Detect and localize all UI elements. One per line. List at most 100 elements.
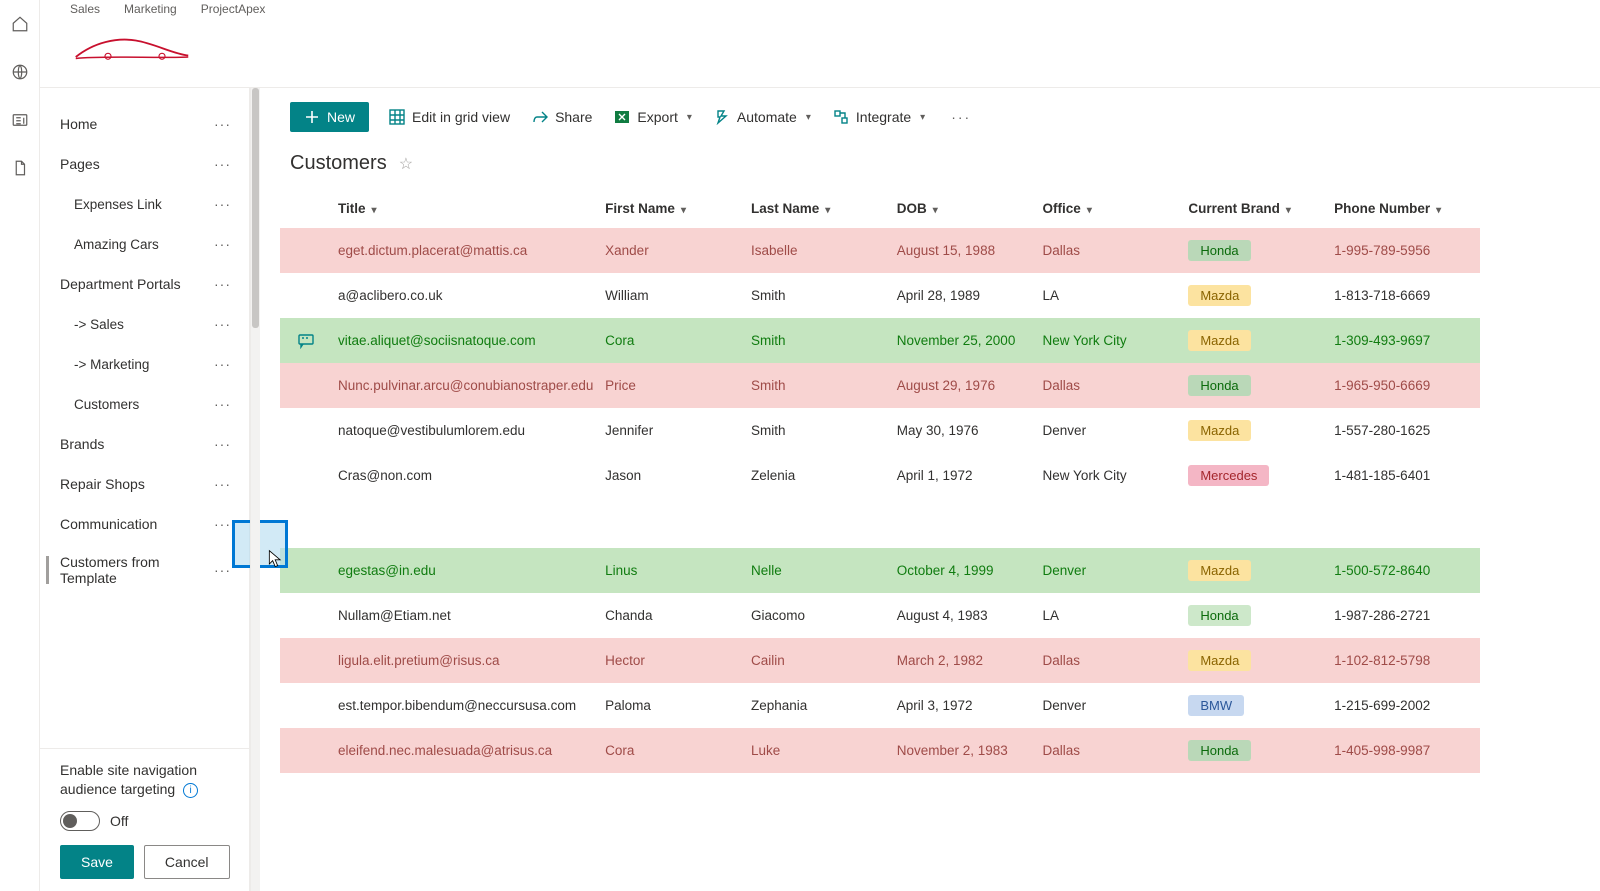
col-title[interactable]: Title▾ xyxy=(280,189,605,228)
sidebar-item-ellipsis[interactable]: ··· xyxy=(208,354,237,374)
list-title: Customers xyxy=(290,152,387,175)
home-icon[interactable] xyxy=(10,14,30,34)
side-nav: Home···Pages···Expenses Link···Amazing C… xyxy=(40,88,250,891)
cell-brand: Honda xyxy=(1188,363,1334,408)
cell-title: natoque@vestibulumlorem.edu xyxy=(280,408,605,453)
sidebar-item[interactable]: Expenses Link ··· xyxy=(40,184,249,224)
audience-toggle[interactable] xyxy=(60,811,100,831)
toggle-state-label: Off xyxy=(110,813,128,829)
sidebar-item-ellipsis[interactable]: ··· xyxy=(208,474,237,494)
col-brand[interactable]: Current Brand▾ xyxy=(1188,189,1334,228)
sidebar-item-ellipsis[interactable]: ··· xyxy=(208,154,237,174)
table-row[interactable]: vitae.aliquet@sociisnatoque.comCoraSmith… xyxy=(280,318,1480,363)
cell-title: ligula.elit.pretium@risus.ca xyxy=(280,638,605,683)
brand-pill: Honda xyxy=(1188,240,1250,261)
footer-buttons: Save Cancel xyxy=(60,845,233,879)
header-link-marketing[interactable]: Marketing xyxy=(124,2,177,16)
cell-phone: 1-995-789-5956 xyxy=(1334,228,1480,273)
integrate-button[interactable]: Integrate ▾ xyxy=(831,105,927,129)
sidebar-item-ellipsis[interactable]: ··· xyxy=(208,314,237,334)
grid-icon xyxy=(389,109,405,125)
col-dob[interactable]: DOB▾ xyxy=(897,189,1043,228)
col-phone[interactable]: Phone Number▾ xyxy=(1334,189,1480,228)
sidebar-item-ellipsis[interactable]: ··· xyxy=(208,114,237,134)
site-logo[interactable] xyxy=(70,22,194,74)
cell-last: Isabelle xyxy=(751,228,897,273)
cell-office: New York City xyxy=(1043,453,1189,498)
cancel-button[interactable]: Cancel xyxy=(144,845,230,879)
cell-brand: Honda xyxy=(1188,228,1334,273)
globe-icon[interactable] xyxy=(10,62,30,82)
app-rail xyxy=(0,0,40,891)
table-row[interactable]: a@aclibero.co.ukWilliamSmithApril 28, 19… xyxy=(280,273,1480,318)
new-button[interactable]: New xyxy=(290,102,369,132)
document-icon[interactable] xyxy=(10,158,30,178)
save-button[interactable]: Save xyxy=(60,845,134,879)
cell-office: Denver xyxy=(1043,548,1189,593)
cell-brand: BMW xyxy=(1188,683,1334,728)
header-link-sales[interactable]: Sales xyxy=(70,2,100,16)
news-icon[interactable] xyxy=(10,110,30,130)
cell-brand: Honda xyxy=(1188,593,1334,638)
automate-button[interactable]: Automate ▾ xyxy=(712,105,813,129)
sidebar-item-label: Communication xyxy=(60,516,157,532)
header-link-projectapex[interactable]: ProjectApex xyxy=(201,2,266,16)
sidebar-item-ellipsis[interactable]: ··· xyxy=(208,274,237,294)
comment-icon[interactable] xyxy=(298,333,314,349)
sidebar-item[interactable]: Home··· xyxy=(40,104,249,144)
sidebar-item-ellipsis[interactable]: ··· xyxy=(208,394,237,414)
edit-grid-button[interactable]: Edit in grid view xyxy=(387,105,512,129)
chevron-down-icon: ▾ xyxy=(920,112,925,123)
table-wrap[interactable]: Title▾ First Name▾ Last Name▾ DOB▾ Offic… xyxy=(280,189,1600,891)
sidebar-item[interactable]: Communication··· xyxy=(40,504,249,544)
export-button[interactable]: Export ▾ xyxy=(612,105,694,129)
table-row[interactable]: egestas@in.eduLinusNelleOctober 4, 1999D… xyxy=(280,548,1480,593)
sidebar-item-ellipsis[interactable]: ··· xyxy=(208,194,237,214)
sidebar-item[interactable]: Amazing Cars··· xyxy=(40,224,249,264)
sidebar-item[interactable]: -> Marketing ··· xyxy=(40,344,249,384)
table-row[interactable]: Cras@non.comJasonZeleniaApril 1, 1972New… xyxy=(280,453,1480,498)
ellipsis-highlight xyxy=(232,520,288,568)
cell-brand: Honda xyxy=(1188,728,1334,773)
nav-list: Home···Pages···Expenses Link···Amazing C… xyxy=(40,104,249,748)
table-row[interactable]: eget.dictum.placerat@mattis.caXanderIsab… xyxy=(280,228,1480,273)
table-row[interactable]: natoque@vestibulumlorem.eduJenniferSmith… xyxy=(280,408,1480,453)
cell-first: Jennifer xyxy=(605,408,751,453)
cell-first: Chanda xyxy=(605,593,751,638)
sidebar-item[interactable]: Customers··· xyxy=(40,384,249,424)
share-button[interactable]: Share xyxy=(530,105,594,129)
table-row[interactable]: Nunc.pulvinar.arcu@conubianostraper.eduP… xyxy=(280,363,1480,408)
favorite-star-icon[interactable]: ☆ xyxy=(399,154,413,174)
sidebar-item-ellipsis[interactable]: ··· xyxy=(208,434,237,454)
sidebar-item-ellipsis[interactable]: ··· xyxy=(208,234,237,254)
col-first-name[interactable]: First Name▾ xyxy=(605,189,751,228)
sidebar-item[interactable]: -> Sales··· xyxy=(40,304,249,344)
sidebar-item[interactable]: Brands ··· xyxy=(40,424,249,464)
col-last-name[interactable]: Last Name▾ xyxy=(751,189,897,228)
cell-dob: October 4, 1999 xyxy=(897,548,1043,593)
nav-scrollbar[interactable] xyxy=(250,88,260,891)
table-row[interactable]: ligula.elit.pretium@risus.caHectorCailin… xyxy=(280,638,1480,683)
sidebar-item[interactable]: Pages··· xyxy=(40,144,249,184)
cell-phone: 1-965-950-6669 xyxy=(1334,363,1480,408)
cell-phone: 1-481-185-6401 xyxy=(1334,453,1480,498)
sidebar-item-label: -> Marketing xyxy=(74,357,149,372)
table-row[interactable]: Nullam@Etiam.netChandaGiacomoAugust 4, 1… xyxy=(280,593,1480,638)
cell-office: LA xyxy=(1043,593,1189,638)
col-office[interactable]: Office▾ xyxy=(1043,189,1189,228)
sidebar-item-label: Brands xyxy=(60,436,104,452)
table-row[interactable]: est.tempor.bibendum@neccursusa.comPaloma… xyxy=(280,683,1480,728)
info-icon[interactable]: i xyxy=(183,783,198,798)
brand-pill: Mazda xyxy=(1188,650,1251,671)
site-header: Sales Marketing ProjectApex xyxy=(40,0,1600,88)
toolbar-more-button[interactable]: ··· xyxy=(945,105,977,129)
nav-scrollbar-thumb[interactable] xyxy=(252,88,259,328)
table-header-row: Title▾ First Name▾ Last Name▾ DOB▾ Offic… xyxy=(280,189,1480,228)
sidebar-item[interactable]: Repair Shops··· xyxy=(40,464,249,504)
sidebar-item-label: Expenses Link xyxy=(74,197,162,212)
sidebar-item[interactable]: Department Portals··· xyxy=(40,264,249,304)
sidebar-item[interactable]: Customers from Template··· xyxy=(40,544,249,596)
cell-brand: Mazda xyxy=(1188,408,1334,453)
cell-phone: 1-309-493-9697 xyxy=(1334,318,1480,363)
table-row[interactable]: eleifend.nec.malesuada@atrisus.caCoraLuk… xyxy=(280,728,1480,773)
